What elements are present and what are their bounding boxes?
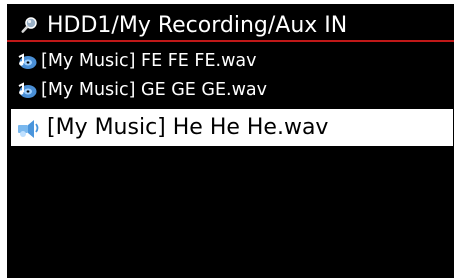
path-header: HDD1/My Recording/Aux IN (7, 6, 454, 38)
music-note-icon (18, 120, 39, 138)
file-item-2[interactable]: [My Music] GE GE GE.wav (7, 77, 454, 104)
music-cd-icon (18, 82, 37, 98)
file-item-1[interactable]: [My Music] FE FE FE.wav (7, 48, 454, 75)
search-icon (21, 17, 37, 33)
music-cd-icon (18, 53, 37, 69)
file-name: [My Music] He He He.wav (47, 115, 329, 140)
header-divider (7, 40, 454, 42)
path-title: HDD1/My Recording/Aux IN (47, 13, 348, 38)
file-browser-screen: HDD1/My Recording/Aux IN [My Music] FE F… (0, 0, 457, 278)
file-name: [My Music] GE GE GE.wav (41, 80, 267, 100)
file-item-3-selected[interactable]: [My Music] He He He.wav (11, 109, 453, 146)
file-name: [My Music] FE FE FE.wav (41, 51, 257, 71)
